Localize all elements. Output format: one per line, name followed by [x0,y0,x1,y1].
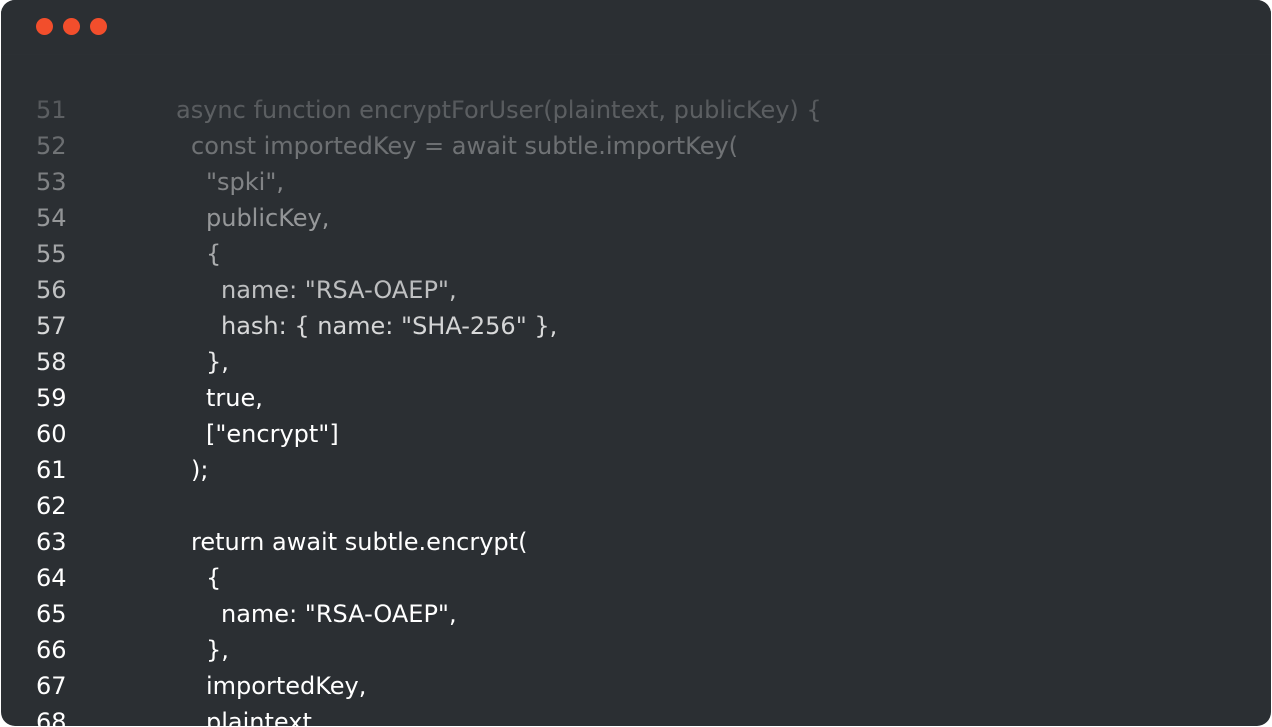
line-number: 58 [36,348,67,376]
code-line: 66}, [1,632,1271,668]
code-text: name: "RSA-OAEP", [221,276,457,304]
close-button[interactable] [36,18,53,35]
code-text: "spki", [206,168,285,196]
code-text: hash: { name: "SHA-256" }, [221,312,558,340]
line-number: 61 [36,456,67,484]
code-text: true, [206,384,263,412]
code-line: 57 hash: { name: "SHA-256" }, [1,308,1271,344]
code-text: { [206,564,222,592]
code-line: 64 { [1,560,1271,596]
maximize-button[interactable] [90,18,107,35]
code-line: 63 return await subtle.encrypt( [1,524,1271,560]
minimize-button[interactable] [63,18,80,35]
code-line: 53 "spki", [1,164,1271,200]
line-number: 54 [36,204,67,232]
line-number: 57 [36,312,67,340]
code-window: 51 async function encryptForUser(plaintex… [1,0,1271,726]
line-number: 65 [36,600,67,628]
line-number: 51 [36,96,67,124]
code-line: 58}, [1,344,1271,380]
code-line: 68 plaintext [1,704,1271,726]
code-text: { [206,240,222,268]
line-number: 56 [36,276,67,304]
code-text: return await subtle.encrypt( [191,528,528,556]
window-titlebar [1,0,1271,55]
line-number: 59 [36,384,67,412]
code-line: 59 true, [1,380,1271,416]
code-line: 62 [1,488,1271,524]
line-number: 63 [36,528,67,556]
code-editor[interactable]: 51 async function encryptForUser(plaintex… [1,92,1271,726]
line-number: 66 [36,636,67,664]
code-text: ["encrypt"] [206,420,339,448]
code-text: async function encryptForUser(plaintext,… [176,96,822,124]
line-number: 60 [36,420,67,448]
line-number: 67 [36,672,67,700]
code-line: 52 const importedKey = await subtle.impor… [1,128,1271,164]
line-number: 55 [36,240,67,268]
code-line: 67 importedKey, [1,668,1271,704]
line-number: 52 [36,132,67,160]
code-text: importedKey, [206,672,367,700]
code-line: 61); [1,452,1271,488]
code-line: 51 async function encryptForUser(plaintex… [1,92,1271,128]
code-text: ); [191,456,209,484]
line-number: 68 [36,708,67,726]
line-number: 53 [36,168,67,196]
line-number: 64 [36,564,67,592]
code-line: 54 publicKey, [1,200,1271,236]
code-text: const importedKey = await subtle.importK… [191,132,739,160]
code-text: }, [206,348,229,376]
code-line: 56 name: "RSA-OAEP", [1,272,1271,308]
code-text: name: "RSA-OAEP", [221,600,457,628]
code-line: 60 ["encrypt"] [1,416,1271,452]
code-text: publicKey, [206,204,330,232]
line-number: 62 [36,492,67,520]
code-text: }, [206,636,229,664]
code-line: 65 name: "RSA-OAEP", [1,596,1271,632]
code-text: plaintext [206,708,312,726]
code-line: 55 { [1,236,1271,272]
